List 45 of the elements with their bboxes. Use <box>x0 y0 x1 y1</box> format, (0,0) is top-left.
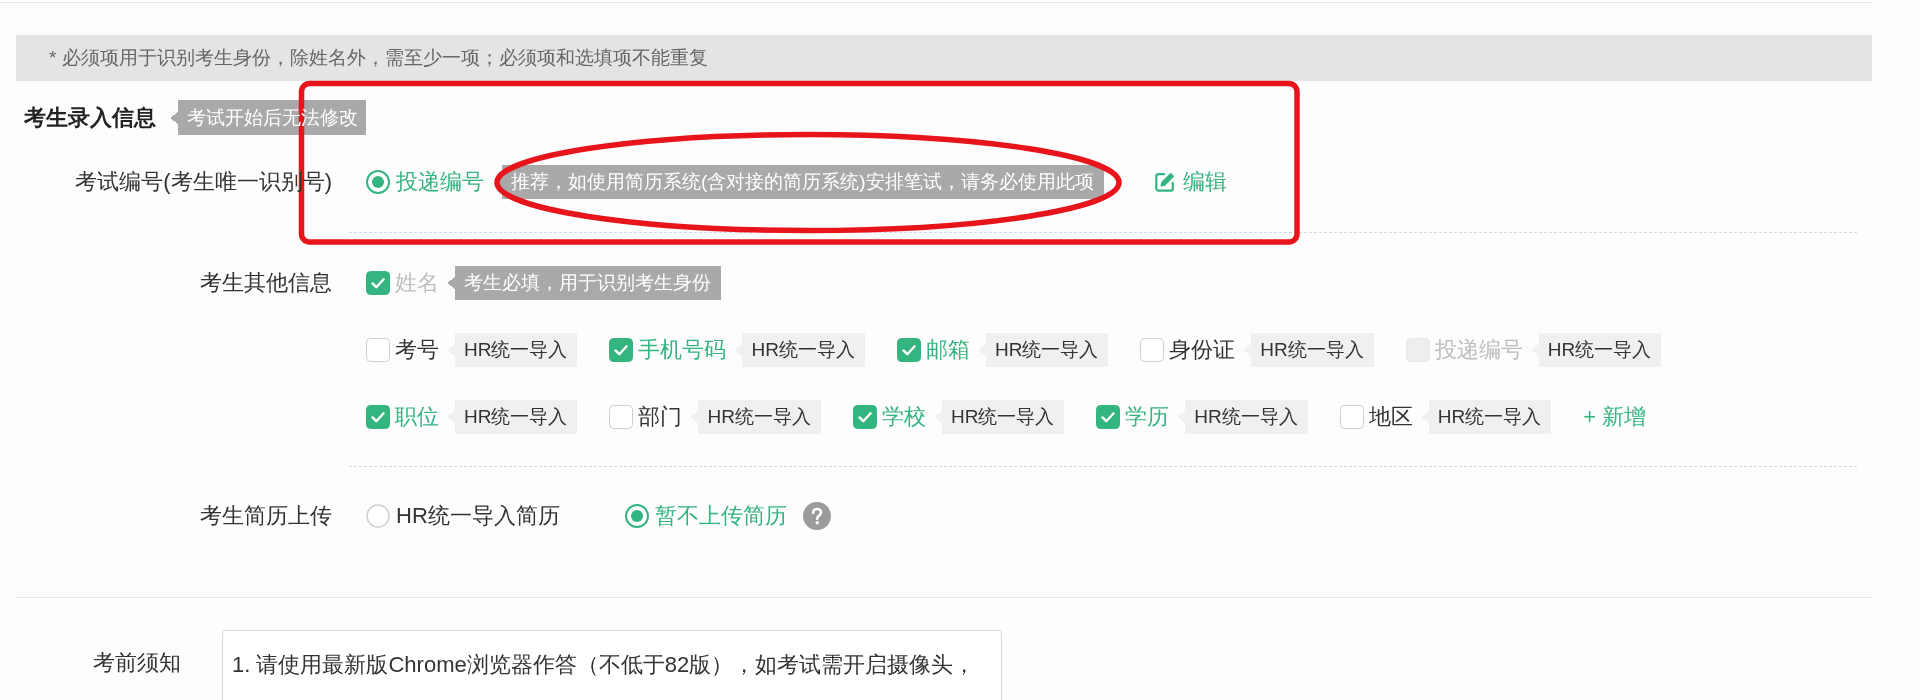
checkbox[interactable] <box>1140 338 1165 362</box>
import-tag: HR统一导入 <box>977 333 1109 367</box>
checkbox-label[interactable]: 职位 <box>395 402 439 432</box>
import-tag: HR统一导入 <box>447 333 578 367</box>
checkbox[interactable] <box>896 338 921 362</box>
import-tag: HR统一导入 <box>1530 333 1662 367</box>
import-tag: HR统一导入 <box>1177 400 1308 434</box>
section-title: 考生录入信息 <box>24 103 156 132</box>
add-link[interactable]: + 新增 <box>1583 402 1647 432</box>
radio-button[interactable] <box>366 170 390 194</box>
checkbox-label[interactable]: 学校 <box>881 402 926 432</box>
checkbox-label[interactable]: 学历 <box>1125 402 1170 432</box>
import-tag: HR统一导入 <box>1420 400 1552 434</box>
import-tag: HR统一导入 <box>1243 333 1374 367</box>
radio-label[interactable]: 暂不上传简历 <box>654 501 787 531</box>
checkbox-label[interactable]: 身份证 <box>1169 335 1236 365</box>
hint-label: 考生必填，用于识别考生身份 <box>447 266 721 300</box>
notice-textarea[interactable]: 1. 请使用最新版Chrome浏览器作答（不低于82版），如考试需开启摄像头， <box>222 630 1002 700</box>
import-tag: HR统一导入 <box>933 400 1065 434</box>
checkbox[interactable] <box>366 405 390 429</box>
checkbox-label[interactable]: 地区 <box>1368 402 1413 432</box>
field-label: 考前须知 <box>93 649 181 677</box>
field-label: 考生简历上传 <box>200 502 332 530</box>
checkbox-label[interactable]: 邮箱 <box>925 335 970 365</box>
edit-link[interactable]: 编辑 <box>1153 167 1227 197</box>
checkbox[interactable] <box>852 405 877 429</box>
radio-label[interactable]: 投递编号 <box>396 167 484 197</box>
checkbox[interactable] <box>1339 405 1364 429</box>
checkbox-label[interactable]: 考号 <box>395 335 439 365</box>
radio-button[interactable] <box>624 504 649 528</box>
notice-text: * 必须项用于识别考生身份，除姓名外，需至少一项；必须项和选填项不能重复 <box>49 46 708 70</box>
checkbox[interactable] <box>609 338 634 362</box>
radio-button[interactable] <box>366 504 390 528</box>
checkbox-label[interactable]: 部门 <box>638 402 683 432</box>
checkbox[interactable] <box>609 405 634 429</box>
import-tag: HR统一导入 <box>734 333 865 367</box>
edit-icon <box>1153 171 1176 193</box>
checkbox[interactable] <box>366 338 390 362</box>
help-icon[interactable] <box>802 502 831 530</box>
import-tag: HR统一导入 <box>447 400 578 434</box>
radio-label[interactable]: HR统一导入简历 <box>396 501 560 531</box>
import-tag: HR统一导入 <box>690 400 821 434</box>
checkbox-label[interactable]: 手机号码 <box>638 335 727 365</box>
field-label: 考生其他信息 <box>200 269 332 297</box>
checkbox[interactable] <box>1096 405 1121 429</box>
